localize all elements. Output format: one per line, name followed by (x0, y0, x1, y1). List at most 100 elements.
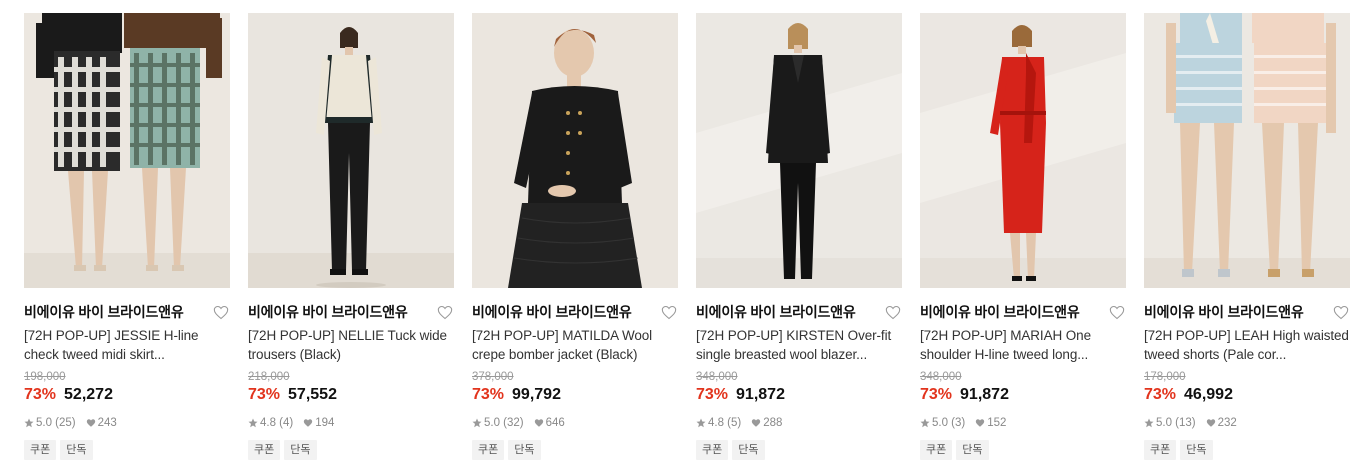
heart-outline-icon[interactable] (212, 303, 230, 321)
original-price: 178,000 (1144, 371, 1186, 383)
product-card[interactable]: 비에이유 바이 브라이드앤유 [72H POP-UP] KIRSTEN Over… (696, 13, 902, 460)
sale-price: 99,792 (512, 386, 561, 403)
original-price: 378,000 (472, 371, 514, 383)
brand-name[interactable]: 비에이유 바이 브라이드앤유 (1144, 302, 1304, 322)
brand-name[interactable]: 비에이유 바이 브라이드앤유 (472, 302, 632, 322)
star-icon (1144, 418, 1154, 428)
discount-rate: 73% (920, 386, 953, 403)
original-price: 348,000 (696, 371, 738, 383)
likes-count: 243 (97, 417, 117, 429)
tag-coupon: 쿠폰 (24, 440, 57, 460)
price-row: 73% 57,552 (248, 386, 454, 406)
likes-count: 232 (1217, 417, 1237, 429)
star-icon (920, 418, 930, 428)
product-grid: 비에이유 바이 브라이드앤유 [72H POP-UP] JESSIE H-lin… (24, 13, 1350, 460)
heart-outline-icon[interactable] (884, 303, 902, 321)
original-price: 198,000 (24, 371, 66, 383)
price-row: 73% 52,272 (24, 386, 230, 406)
heart-filled-icon (975, 418, 985, 428)
tag-exclusive: 단독 (956, 440, 989, 460)
product-image[interactable] (1144, 13, 1350, 288)
product-meta: 4.8 (5) 288 (696, 416, 902, 430)
discount-rate: 73% (696, 386, 729, 403)
tag-exclusive: 단독 (284, 440, 317, 460)
brand-name[interactable]: 비에이유 바이 브라이드앤유 (24, 302, 184, 322)
sale-price: 57,552 (288, 386, 337, 403)
product-image[interactable] (696, 13, 902, 288)
tag-coupon: 쿠폰 (920, 440, 953, 460)
product-image[interactable] (920, 13, 1126, 288)
likes-count: 646 (545, 417, 565, 429)
product-card[interactable]: 비에이유 바이 브라이드앤유 [72H POP-UP] LEAH High wa… (1144, 13, 1350, 460)
product-title[interactable]: [72H POP-UP] JESSIE H-line check tweed m… (24, 326, 230, 364)
sale-price: 52,272 (64, 386, 113, 403)
sale-price: 46,992 (1184, 386, 1233, 403)
discount-rate: 73% (472, 386, 505, 403)
tag-list: 쿠폰 단독 (472, 440, 678, 460)
product-image[interactable] (248, 13, 454, 288)
price-row: 73% 91,872 (920, 386, 1126, 406)
product-card[interactable]: 비에이유 바이 브라이드앤유 [72H POP-UP] JESSIE H-lin… (24, 13, 230, 460)
original-price: 218,000 (248, 371, 290, 383)
product-title[interactable]: [72H POP-UP] KIRSTEN Over-fit single bre… (696, 326, 902, 364)
price-row: 73% 91,872 (696, 386, 902, 406)
tag-coupon: 쿠폰 (248, 440, 281, 460)
brand-name[interactable]: 비에이유 바이 브라이드앤유 (920, 302, 1080, 322)
product-meta: 5.0 (32) 646 (472, 416, 678, 430)
brand-name[interactable]: 비에이유 바이 브라이드앤유 (248, 302, 408, 322)
heart-outline-icon[interactable] (1108, 303, 1126, 321)
heart-filled-icon (534, 418, 544, 428)
heart-outline-icon[interactable] (436, 303, 454, 321)
product-title[interactable]: [72H POP-UP] MARIAH One shoulder H-line … (920, 326, 1126, 364)
product-title[interactable]: [72H POP-UP] NELLIE Tuck wide trousers (… (248, 326, 454, 364)
discount-rate: 73% (24, 386, 57, 403)
original-price: 348,000 (920, 371, 962, 383)
discount-rate: 73% (248, 386, 281, 403)
sale-price: 91,872 (736, 386, 785, 403)
heart-filled-icon (1206, 418, 1216, 428)
product-card[interactable]: 비에이유 바이 브라이드앤유 [72H POP-UP] MATILDA Wool… (472, 13, 678, 460)
product-image[interactable] (24, 13, 230, 288)
likes-count: 194 (315, 417, 335, 429)
rating-text: 4.8 (5) (708, 417, 742, 429)
product-card[interactable]: 비에이유 바이 브라이드앤유 [72H POP-UP] NELLIE Tuck … (248, 13, 454, 460)
tag-exclusive: 단독 (508, 440, 541, 460)
product-meta: 4.8 (4) 194 (248, 416, 454, 430)
discount-rate: 73% (1144, 386, 1177, 403)
star-icon (472, 418, 482, 428)
tag-list: 쿠폰 단독 (1144, 440, 1350, 460)
price-row: 73% 46,992 (1144, 386, 1350, 406)
product-meta: 5.0 (13) 232 (1144, 416, 1350, 430)
rating-text: 4.8 (4) (260, 417, 294, 429)
rating-text: 5.0 (25) (36, 417, 76, 429)
rating-text: 5.0 (32) (484, 417, 524, 429)
tag-coupon: 쿠폰 (472, 440, 505, 460)
product-title[interactable]: [72H POP-UP] MATILDA Wool crepe bomber j… (472, 326, 678, 364)
heart-outline-icon[interactable] (1332, 303, 1350, 321)
heart-outline-icon[interactable] (660, 303, 678, 321)
rating-text: 5.0 (3) (932, 417, 966, 429)
product-card[interactable]: 비에이유 바이 브라이드앤유 [72H POP-UP] MARIAH One s… (920, 13, 1126, 460)
product-image[interactable] (472, 13, 678, 288)
tag-list: 쿠폰 단독 (248, 440, 454, 460)
tag-exclusive: 단독 (732, 440, 765, 460)
product-title[interactable]: [72H POP-UP] LEAH High waisted tweed sho… (1144, 326, 1350, 364)
brand-name[interactable]: 비에이유 바이 브라이드앤유 (696, 302, 856, 322)
rating-text: 5.0 (13) (1156, 417, 1196, 429)
star-icon (24, 418, 34, 428)
heart-filled-icon (303, 418, 313, 428)
likes-count: 288 (763, 417, 783, 429)
likes-count: 152 (987, 417, 1007, 429)
price-row: 73% 99,792 (472, 386, 678, 406)
tag-list: 쿠폰 단독 (920, 440, 1126, 460)
sale-price: 91,872 (960, 386, 1009, 403)
tag-coupon: 쿠폰 (1144, 440, 1177, 460)
product-meta: 5.0 (25) 243 (24, 416, 230, 430)
star-icon (696, 418, 706, 428)
tag-coupon: 쿠폰 (696, 440, 729, 460)
product-meta: 5.0 (3) 152 (920, 416, 1126, 430)
heart-filled-icon (751, 418, 761, 428)
tag-exclusive: 단독 (60, 440, 93, 460)
heart-filled-icon (86, 418, 96, 428)
star-icon (248, 418, 258, 428)
